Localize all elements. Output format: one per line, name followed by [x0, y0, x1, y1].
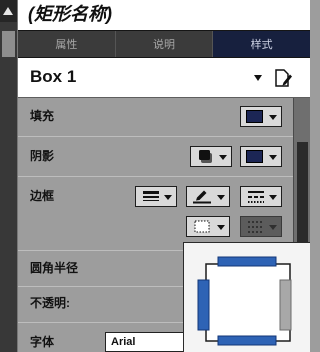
row-divider	[18, 176, 293, 177]
line-weight-icon	[139, 189, 163, 204]
border-sides-icon	[190, 219, 214, 234]
preview-box-outline	[205, 263, 291, 342]
corner-radius-label: 圆角半径	[30, 261, 79, 275]
border-label: 边框	[30, 189, 55, 203]
border-sides-dropdown[interactable]	[186, 216, 230, 237]
shadow-style-dropdown[interactable]	[190, 146, 232, 167]
tab-style[interactable]: 样式	[213, 31, 311, 57]
border-weight-dropdown[interactable]	[135, 186, 177, 207]
tab-properties[interactable]: 属性	[18, 31, 116, 57]
widget-style-dropdown[interactable]: Box 1	[18, 58, 268, 97]
edit-style-icon[interactable]	[274, 68, 292, 88]
selection-header: (矩形名称)	[18, 0, 310, 30]
row-divider	[18, 136, 293, 137]
left-scrollbar[interactable]	[0, 0, 18, 352]
chevron-down-icon	[217, 195, 225, 200]
tab-notes[interactable]: 说明	[116, 31, 214, 57]
shadow-label: 阴影	[30, 149, 55, 163]
selected-widget-name: (矩形名称)	[28, 4, 112, 24]
fill-label: 填充	[30, 109, 55, 123]
left-scrollbar-thumb[interactable]	[2, 31, 15, 57]
top-border-toggle[interactable]	[217, 256, 277, 267]
shadow-color-dropdown[interactable]	[240, 146, 282, 167]
border-sides-popup	[183, 242, 310, 352]
chevron-down-icon	[269, 195, 277, 200]
opacity-label: 不透明:	[30, 296, 70, 310]
scroll-up-arrow-icon	[3, 7, 13, 15]
arrow-style-icon	[244, 219, 268, 234]
shadow-color-swatch	[246, 150, 263, 163]
chevron-down-icon	[254, 75, 262, 81]
widget-style-name: Box 1	[30, 67, 77, 86]
left-border-toggle[interactable]	[197, 279, 210, 331]
font-family-field[interactable]	[105, 332, 185, 352]
fill-color-swatch	[246, 110, 263, 123]
chevron-down-icon	[219, 155, 227, 160]
panel-tab-bar: 属性 说明 样式	[18, 30, 311, 58]
widget-style-row: Box 1	[18, 58, 310, 98]
border-pattern-dropdown[interactable]	[240, 186, 282, 207]
chevron-down-icon	[269, 115, 277, 120]
chevron-down-icon	[269, 155, 277, 160]
font-label: 字体	[30, 335, 55, 349]
right-scrollbar-thumb[interactable]	[297, 142, 308, 242]
fill-color-dropdown[interactable]	[240, 106, 282, 127]
pen-icon	[190, 189, 214, 204]
bottom-border-toggle[interactable]	[217, 335, 277, 346]
chevron-down-icon	[164, 195, 172, 200]
chevron-down-icon	[269, 225, 277, 230]
border-color-dropdown[interactable]	[186, 186, 230, 207]
dash-pattern-icon	[244, 189, 268, 204]
arrow-style-dropdown[interactable]	[240, 216, 282, 237]
shadow-icon	[194, 149, 218, 164]
right-border-toggle[interactable]	[279, 279, 292, 331]
chevron-down-icon	[217, 225, 225, 230]
scroll-up-button[interactable]	[0, 0, 17, 22]
